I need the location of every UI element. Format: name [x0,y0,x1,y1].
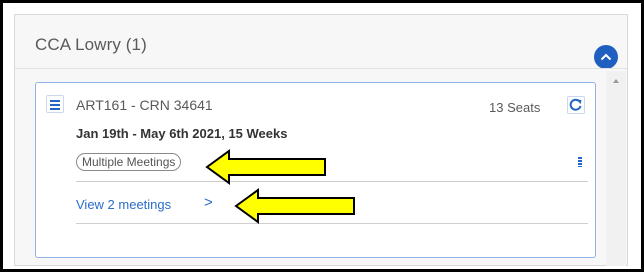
collapse-button[interactable] [594,45,618,69]
chevron-up-icon [600,53,612,61]
scroll-up-icon[interactable] [613,79,619,83]
hamburger-menu-icon[interactable] [46,95,64,113]
seats-count: 13 Seats [489,100,541,115]
scrollbar[interactable] [606,71,626,266]
view-meetings-link[interactable]: View 2 meetings [76,197,171,212]
yellow-arrow-icon [205,149,326,185]
refresh-button[interactable] [567,96,585,114]
grid-dots-icon[interactable] [578,157,582,167]
refresh-icon [569,98,582,111]
card-divider [76,181,588,182]
course-title: ART161 - CRN 34641 [76,97,213,113]
chevron-right-icon[interactable]: > [204,194,213,211]
yellow-arrow-icon [234,188,355,224]
multiple-meetings-badge: Multiple Meetings [76,153,182,171]
panel-header-divider [15,68,627,69]
panel-title: CCA Lowry (1) [35,35,147,54]
campus-panel: CCA Lowry (1) ART161 - CRN 34641 13 Seat… [14,14,628,266]
course-dates: Jan 19th - May 6th 2021, 15 Weeks [76,126,288,141]
